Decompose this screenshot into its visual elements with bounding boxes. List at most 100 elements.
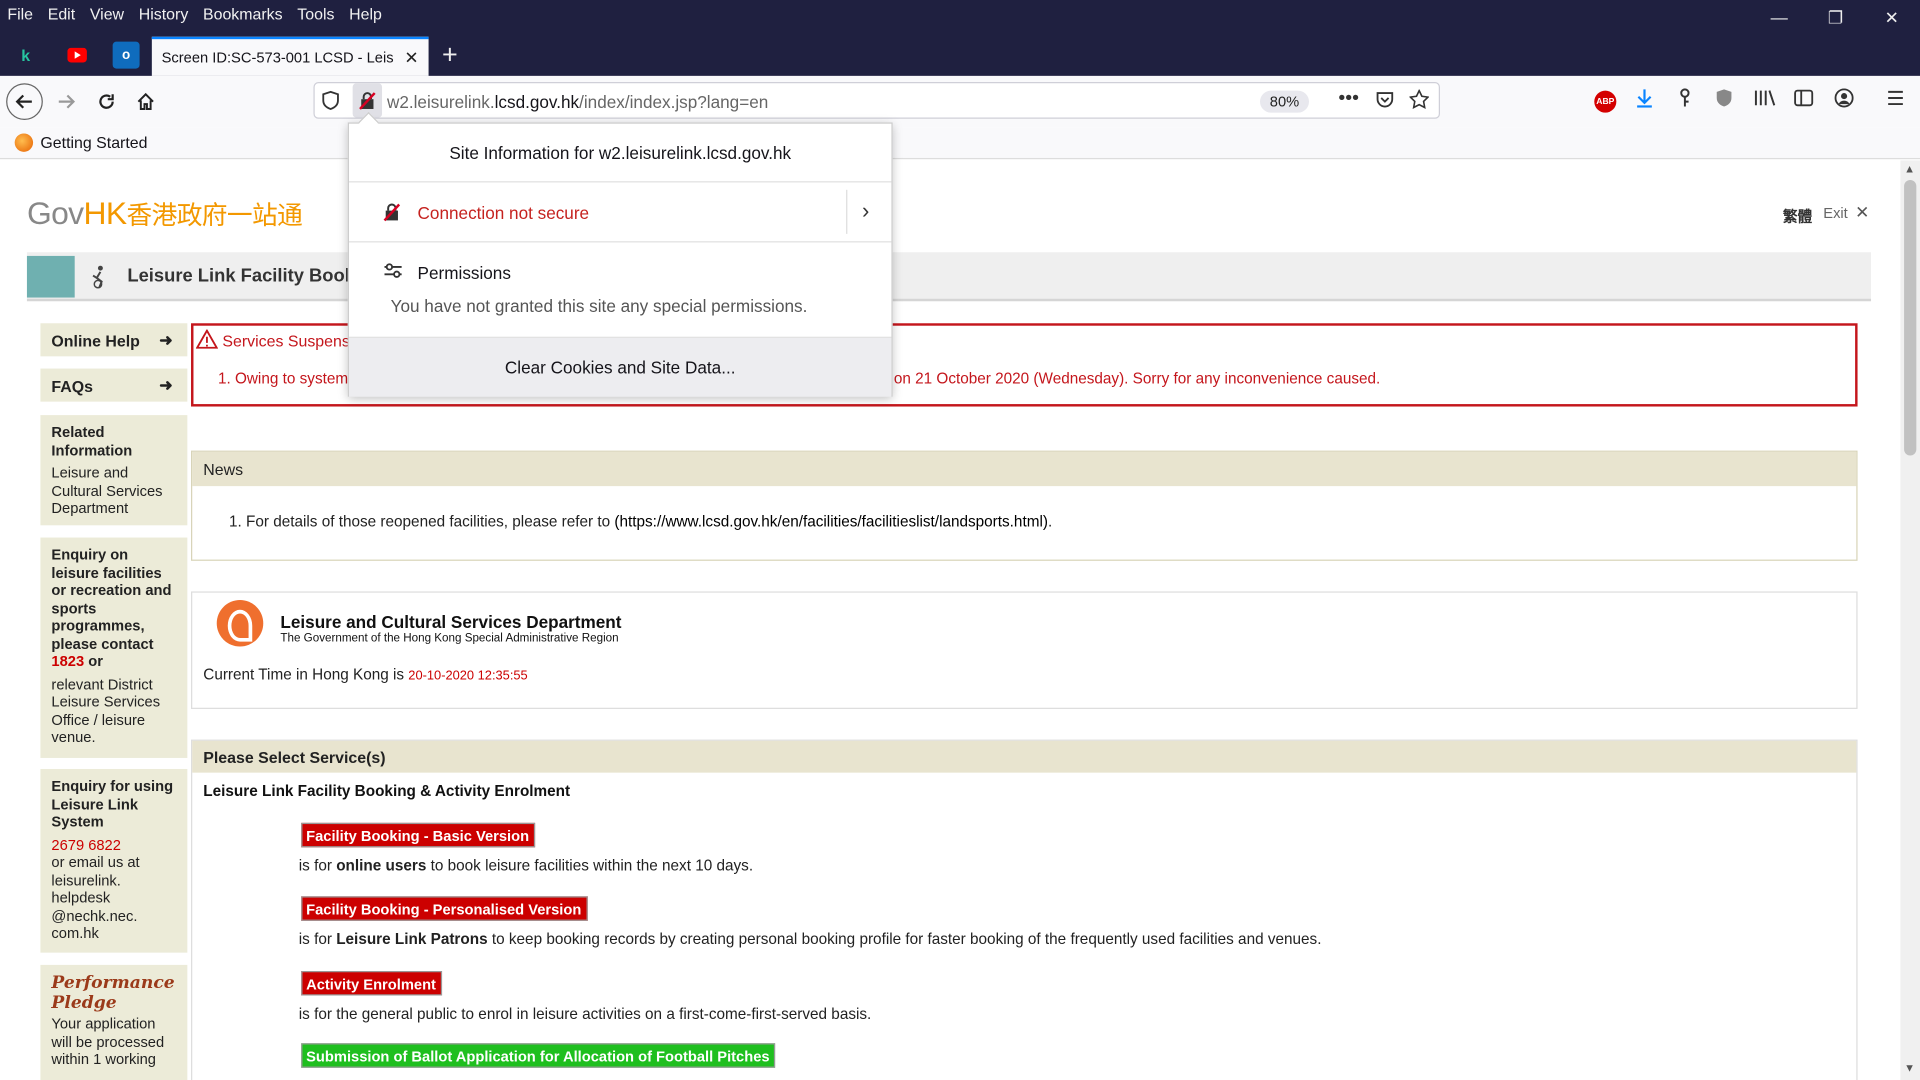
- page-banner: Leisure Link Facility Booking & Activity…: [26, 252, 1872, 302]
- close-window-button[interactable]: ✕: [1864, 0, 1920, 34]
- facility-booking-personalised-button[interactable]: Facility Booking - Personalised Version: [301, 896, 588, 921]
- activity-enrolment-button[interactable]: Activity Enrolment: [301, 971, 443, 996]
- connection-not-secure-row[interactable]: Connection not secure ›: [348, 182, 892, 243]
- web-page: GovHK香港政府一站通 繁體 Exit ✕ Leisure Link Faci…: [0, 160, 1901, 1080]
- bookmark-getting-started[interactable]: Getting Started: [14, 133, 148, 152]
- enquiry-system-box: Enquiry for using Leisure Link System 26…: [40, 768, 188, 953]
- bookmarks-toolbar: Getting Started: [0, 127, 1920, 160]
- system-phone[interactable]: 2679 6822: [51, 836, 177, 854]
- menu-edit[interactable]: Edit: [48, 4, 75, 22]
- permissions-sliders-icon: [383, 262, 403, 283]
- banner-color-block: [26, 255, 75, 298]
- sidebar-toggle-icon[interactable]: [1794, 88, 1814, 114]
- faqs-button[interactable]: FAQs ➜: [40, 368, 188, 402]
- forward-button[interactable]: [48, 83, 85, 120]
- url-text[interactable]: w2.leisurelink.lcsd.gov.hk/index/index.j…: [387, 92, 768, 112]
- site-information-popup: Site Information for w2.leisurelink.lcsd…: [347, 112, 893, 397]
- alert-item-end: on 21 October 2020 (Wednesday). Sorry fo…: [893, 369, 1381, 387]
- govhk-logo[interactable]: GovHK香港政府一站通: [27, 195, 303, 233]
- zoom-level-badge[interactable]: 80%: [1260, 90, 1310, 113]
- exit-link[interactable]: Exit: [1823, 204, 1848, 221]
- reload-button[interactable]: [88, 83, 125, 120]
- alert-item-start: 1. Owing to system: [217, 369, 349, 387]
- library-icon[interactable]: [1753, 88, 1776, 114]
- news-link[interactable]: (https://www.lcsd.gov.hk/en/facilities/f…: [614, 513, 1048, 530]
- page-actions-icon[interactable]: •••: [1338, 88, 1359, 110]
- pinned-tab-youtube-icon[interactable]: [64, 42, 91, 69]
- bookmark-star-icon[interactable]: [1408, 88, 1430, 115]
- menu-file[interactable]: File: [7, 4, 33, 22]
- scroll-up-icon[interactable]: ▲: [1904, 163, 1915, 175]
- privacy-shield-extension-icon[interactable]: [1714, 88, 1734, 114]
- bookmark-label: Getting Started: [40, 133, 148, 152]
- related-lcsd-link[interactable]: Leisure and Cultural Services Department: [51, 464, 177, 517]
- arrow-right-icon: ➜: [159, 330, 173, 349]
- permissions-section: Permissions You have not granted this si…: [348, 242, 892, 338]
- scrollbar-thumb[interactable]: [1904, 180, 1917, 456]
- account-icon[interactable]: [1834, 88, 1854, 114]
- active-tab[interactable]: Screen ID:SC-573-001 LCSD - Leisure Link…: [151, 36, 429, 76]
- online-help-button[interactable]: Online Help ➜: [40, 323, 188, 357]
- menu-bookmarks[interactable]: Bookmarks: [203, 4, 283, 22]
- firefox-icon: [14, 133, 34, 152]
- popup-title: Site Information for w2.leisurelink.lcsd…: [348, 124, 892, 183]
- warning-icon: [195, 328, 219, 349]
- enquiry-phone[interactable]: 1823: [51, 653, 84, 670]
- faqs-label: FAQs: [51, 377, 94, 396]
- system-enquiry-title: Enquiry for using Leisure Link System: [51, 777, 174, 831]
- exit-close-icon[interactable]: ✕: [1855, 202, 1869, 223]
- performance-pledge-box: Performance Pledge Your application will…: [40, 964, 188, 1080]
- facility-booking-basic-button[interactable]: Facility Booking - Basic Version: [301, 822, 536, 848]
- tracking-protection-shield-icon[interactable]: [322, 90, 339, 114]
- page-scrollbar[interactable]: ▲ ▼: [1900, 160, 1920, 1080]
- restore-button[interactable]: ❐: [1807, 0, 1863, 34]
- current-time-value: 20-10-2020 12:35:55: [408, 668, 528, 684]
- alert-heading: Services Suspension: [195, 328, 371, 350]
- sports-figure-icon: [91, 264, 108, 295]
- tab-title: Screen ID:SC-573-001 LCSD - Leisure Link: [161, 48, 395, 67]
- system-email[interactable]: or email us at leisurelink. helpdesk @ne…: [51, 853, 177, 942]
- clear-cookies-button[interactable]: Clear Cookies and Site Data...: [348, 337, 892, 397]
- back-button[interactable]: [6, 83, 43, 121]
- browser-titlebar: File Edit View History Bookmarks Tools H…: [0, 0, 1920, 76]
- news-item: 1. For details of those reopened facilit…: [228, 513, 1053, 531]
- chevron-right-icon[interactable]: ›: [862, 198, 869, 224]
- home-button[interactable]: [127, 83, 164, 120]
- menu-bar: File Edit View History Bookmarks Tools H…: [0, 0, 397, 27]
- menu-tools[interactable]: Tools: [297, 4, 334, 22]
- related-title: Related Information: [51, 423, 133, 459]
- minimize-button[interactable]: —: [1751, 0, 1807, 34]
- key-extension-icon[interactable]: [1675, 88, 1695, 114]
- language-toggle-link[interactable]: 繁體: [1783, 206, 1812, 227]
- activity-enrolment-description: is for the general public to enrol in le…: [298, 1005, 872, 1023]
- pinned-tab-k-icon[interactable]: k: [12, 42, 39, 69]
- services-subheading: Leisure Link Facility Booking & Activity…: [203, 782, 571, 800]
- basic-version-description: is for online users to book leisure faci…: [298, 857, 754, 875]
- ballot-application-button[interactable]: Submission of Ballot Application for All…: [301, 1043, 776, 1068]
- services-heading: Please Select Service(s): [192, 740, 1857, 773]
- scroll-down-icon[interactable]: ▼: [1904, 1062, 1915, 1074]
- menu-view[interactable]: View: [90, 4, 124, 22]
- navigation-toolbar: w2.leisurelink.lcsd.gov.hk/index/index.j…: [0, 75, 1920, 128]
- hamburger-menu-icon[interactable]: [1886, 88, 1906, 114]
- lcsd-info-panel: Leisure and Cultural Services Department…: [191, 591, 1858, 709]
- enquiry-title: Enquiry on leisure facilities or recreat…: [51, 546, 172, 653]
- enquiry-rest-text: relevant District Leisure Services Offic…: [51, 675, 161, 746]
- new-tab-button[interactable]: +: [442, 39, 458, 71]
- related-information-box: Related Information Leisure and Cultural…: [40, 415, 188, 526]
- pocket-icon[interactable]: [1375, 89, 1395, 115]
- menu-help[interactable]: Help: [349, 4, 382, 22]
- services-panel: Please Select Service(s) Leisure Link Fa…: [191, 739, 1858, 1080]
- address-bar[interactable]: w2.leisurelink.lcsd.gov.hk/index/index.j…: [313, 82, 1441, 119]
- permissions-description: You have not granted this site any speci…: [390, 296, 808, 316]
- pledge-text: Your application will be processed withi…: [51, 1015, 165, 1068]
- lcsd-name: Leisure and Cultural Services Department: [280, 612, 622, 632]
- adblock-plus-icon[interactable]: ABP: [1594, 90, 1617, 113]
- downloads-icon[interactable]: [1635, 88, 1655, 114]
- tab-close-icon[interactable]: ✕: [404, 47, 418, 68]
- menu-history[interactable]: History: [139, 4, 189, 22]
- online-help-label: Online Help: [51, 331, 140, 351]
- pinned-tab-outlook-icon[interactable]: o: [112, 41, 140, 69]
- arrow-right-icon: ➜: [159, 375, 173, 395]
- enquiry-leisure-box: Enquiry on leisure facilities or recreat…: [40, 537, 188, 758]
